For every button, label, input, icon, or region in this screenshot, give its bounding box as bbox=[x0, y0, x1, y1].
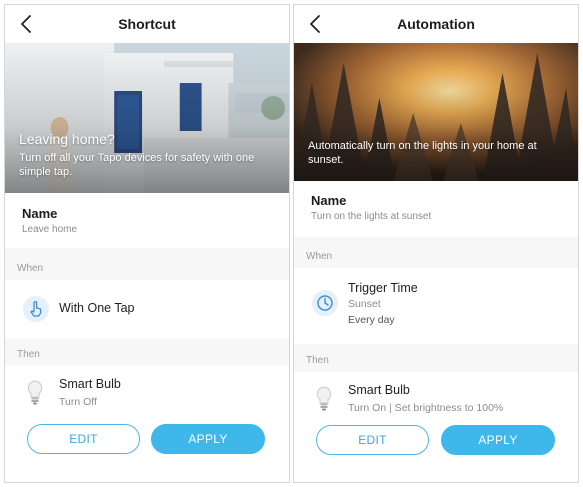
name-label: Name bbox=[22, 206, 58, 221]
action-card: Smart Bulb Turn Off EDIT APPLY bbox=[5, 366, 289, 482]
bulb-icon bbox=[316, 386, 332, 417]
page-title: Automation bbox=[397, 16, 475, 32]
name-card[interactable]: Name Turn on the lights at sunset bbox=[294, 181, 578, 237]
device-name: Smart Bulb bbox=[59, 377, 121, 391]
then-section-label: Then bbox=[17, 349, 40, 360]
hero-title: Leaving home? bbox=[19, 131, 115, 147]
trigger-row[interactable]: With One Tap bbox=[5, 280, 289, 338]
bulb-icon bbox=[27, 380, 43, 411]
top-bar: Automation bbox=[294, 5, 578, 43]
when-section-label: When bbox=[306, 251, 333, 262]
top-bar: Shortcut bbox=[5, 5, 289, 43]
name-value: Leave home bbox=[22, 224, 78, 235]
trigger-event: Sunset bbox=[348, 298, 381, 310]
action-card: Smart Bulb Turn On | Set brightness to 1… bbox=[294, 372, 578, 482]
name-value: Turn on the lights at sunset bbox=[311, 211, 432, 222]
device-action: Turn On | Set brightness to 100% bbox=[348, 402, 504, 414]
apply-button[interactable]: APPLY bbox=[151, 424, 265, 454]
back-arrow-icon[interactable] bbox=[304, 12, 328, 36]
device-name: Smart Bulb bbox=[348, 383, 410, 397]
name-label: Name bbox=[311, 193, 347, 208]
tap-icon bbox=[23, 296, 49, 322]
name-card[interactable]: Name Leave home bbox=[5, 193, 289, 248]
device-action: Turn Off bbox=[59, 396, 97, 408]
hero-description: Turn off all your Tapo devices for safet… bbox=[19, 152, 255, 179]
edit-button[interactable]: EDIT bbox=[27, 424, 140, 454]
automation-screen: Automation Automatically turn on the lig… bbox=[293, 4, 579, 483]
trigger-title: With One Tap bbox=[59, 301, 135, 315]
then-section-label: Then bbox=[306, 355, 329, 366]
when-section-label: When bbox=[17, 263, 44, 274]
back-arrow-icon[interactable] bbox=[15, 12, 39, 36]
apply-button[interactable]: APPLY bbox=[441, 425, 555, 455]
hero-banner: Automatically turn on the lights in your… bbox=[294, 43, 578, 181]
hero-banner: Leaving home? Turn off all your Tapo dev… bbox=[5, 43, 289, 193]
shortcut-screen: Shortcut Leaving home? Turn off all your… bbox=[4, 4, 290, 483]
trigger-title: Trigger Time bbox=[348, 281, 418, 295]
edit-button[interactable]: EDIT bbox=[316, 425, 429, 455]
trigger-repeat: Every day bbox=[348, 314, 395, 326]
page-title: Shortcut bbox=[118, 16, 176, 32]
hero-description: Automatically turn on the lights in your… bbox=[308, 140, 537, 167]
trigger-row[interactable]: Trigger Time Sunset Every day bbox=[294, 268, 578, 344]
clock-icon bbox=[312, 290, 338, 316]
